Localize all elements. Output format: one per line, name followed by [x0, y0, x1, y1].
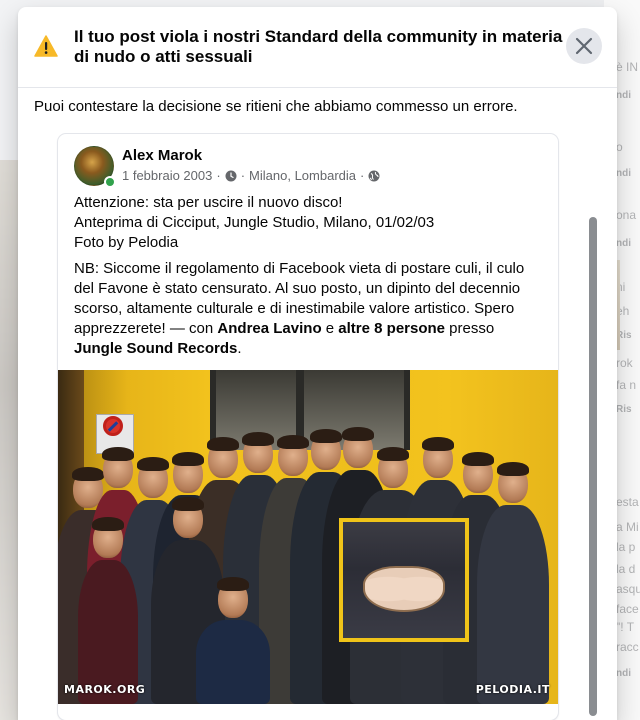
- post-line: Foto by Pelodia: [74, 234, 179, 251]
- photo-person-hair: [72, 467, 104, 481]
- photo-crowd: [58, 427, 558, 704]
- tag-others[interactable]: altre 8 persone: [338, 320, 445, 337]
- censor-painting: [363, 566, 445, 612]
- photo-person-hair: [102, 447, 134, 461]
- post-body-paragraph: NB: Siccome il regolamento di Facebook v…: [74, 259, 544, 359]
- tag-andrea-lavino[interactable]: Andrea Lavino: [217, 320, 321, 337]
- dialog-body: Puoi contestare la decisione se ritieni …: [18, 88, 617, 720]
- photo-person-hair: [92, 517, 124, 531]
- photo-person-hair: [217, 577, 249, 591]
- photo-person-hair: [207, 437, 239, 451]
- dialog-header: Il tuo post viola i nostri Standard dell…: [18, 7, 617, 88]
- dialog-scrollbar-thumb[interactable]: [589, 217, 597, 716]
- photo-watermark-right: PELODIA.IT: [475, 683, 550, 696]
- post-meta: 1 febbraio 2003 · · Milano, Lombardia ·: [122, 168, 380, 183]
- photo-person-hair: [462, 452, 494, 466]
- photo-person: [196, 620, 270, 704]
- post-location[interactable]: Milano, Lombardia: [249, 168, 356, 183]
- close-button[interactable]: [566, 28, 602, 64]
- photo-watermark-left: MAROK.ORG: [64, 683, 146, 696]
- close-icon: [575, 37, 593, 55]
- photo-person-hair: [497, 462, 529, 476]
- globe-icon: [368, 170, 380, 181]
- post-photo[interactable]: MAROK.ORG PELODIA.IT: [58, 370, 558, 704]
- meta-separator: ·: [216, 168, 221, 183]
- online-status-dot: [104, 176, 116, 188]
- post-conj: e: [321, 320, 339, 337]
- warning-triangle-icon: [34, 35, 58, 57]
- post-preview-card: Alex Marok 1 febbraio 2003 · · Milano, L…: [58, 134, 558, 720]
- photo-person-hair: [342, 427, 374, 441]
- place-link[interactable]: Jungle Sound Records: [74, 340, 237, 357]
- post-date[interactable]: 1 febbraio 2003: [122, 168, 212, 183]
- photo-person-hair: [422, 437, 454, 451]
- dialog-title: Il tuo post viola i nostri Standard dell…: [74, 27, 563, 66]
- photo-person-hair: [137, 457, 169, 471]
- appeal-intro-text: Puoi contestare la decisione se ritieni …: [34, 98, 518, 115]
- violation-dialog: Il tuo post viola i nostri Standard dell…: [18, 7, 617, 720]
- censor-frame: [339, 518, 469, 642]
- photo-person-hair: [377, 447, 409, 461]
- post-text: Attenzione: sta per uscire il nuovo disc…: [74, 193, 544, 359]
- photo-person-hair: [310, 429, 342, 443]
- post-period: .: [237, 340, 242, 357]
- photo-person-hair: [172, 497, 204, 511]
- photo-person-hair: [242, 432, 274, 446]
- clock-icon: [225, 170, 237, 181]
- photo-person-hair: [172, 452, 204, 466]
- post-line: Anteprima di Cicciput, Jungle Studio, Mi…: [74, 214, 435, 231]
- photo-person-hair: [277, 435, 309, 449]
- meta-separator: ·: [360, 168, 365, 183]
- meta-separator: ·: [240, 168, 246, 183]
- post-line: Attenzione: sta per uscire il nuovo disc…: [74, 194, 343, 211]
- post-author-name[interactable]: Alex Marok: [122, 147, 202, 164]
- post-presso: presso: [445, 320, 495, 337]
- photo-person: [477, 505, 549, 704]
